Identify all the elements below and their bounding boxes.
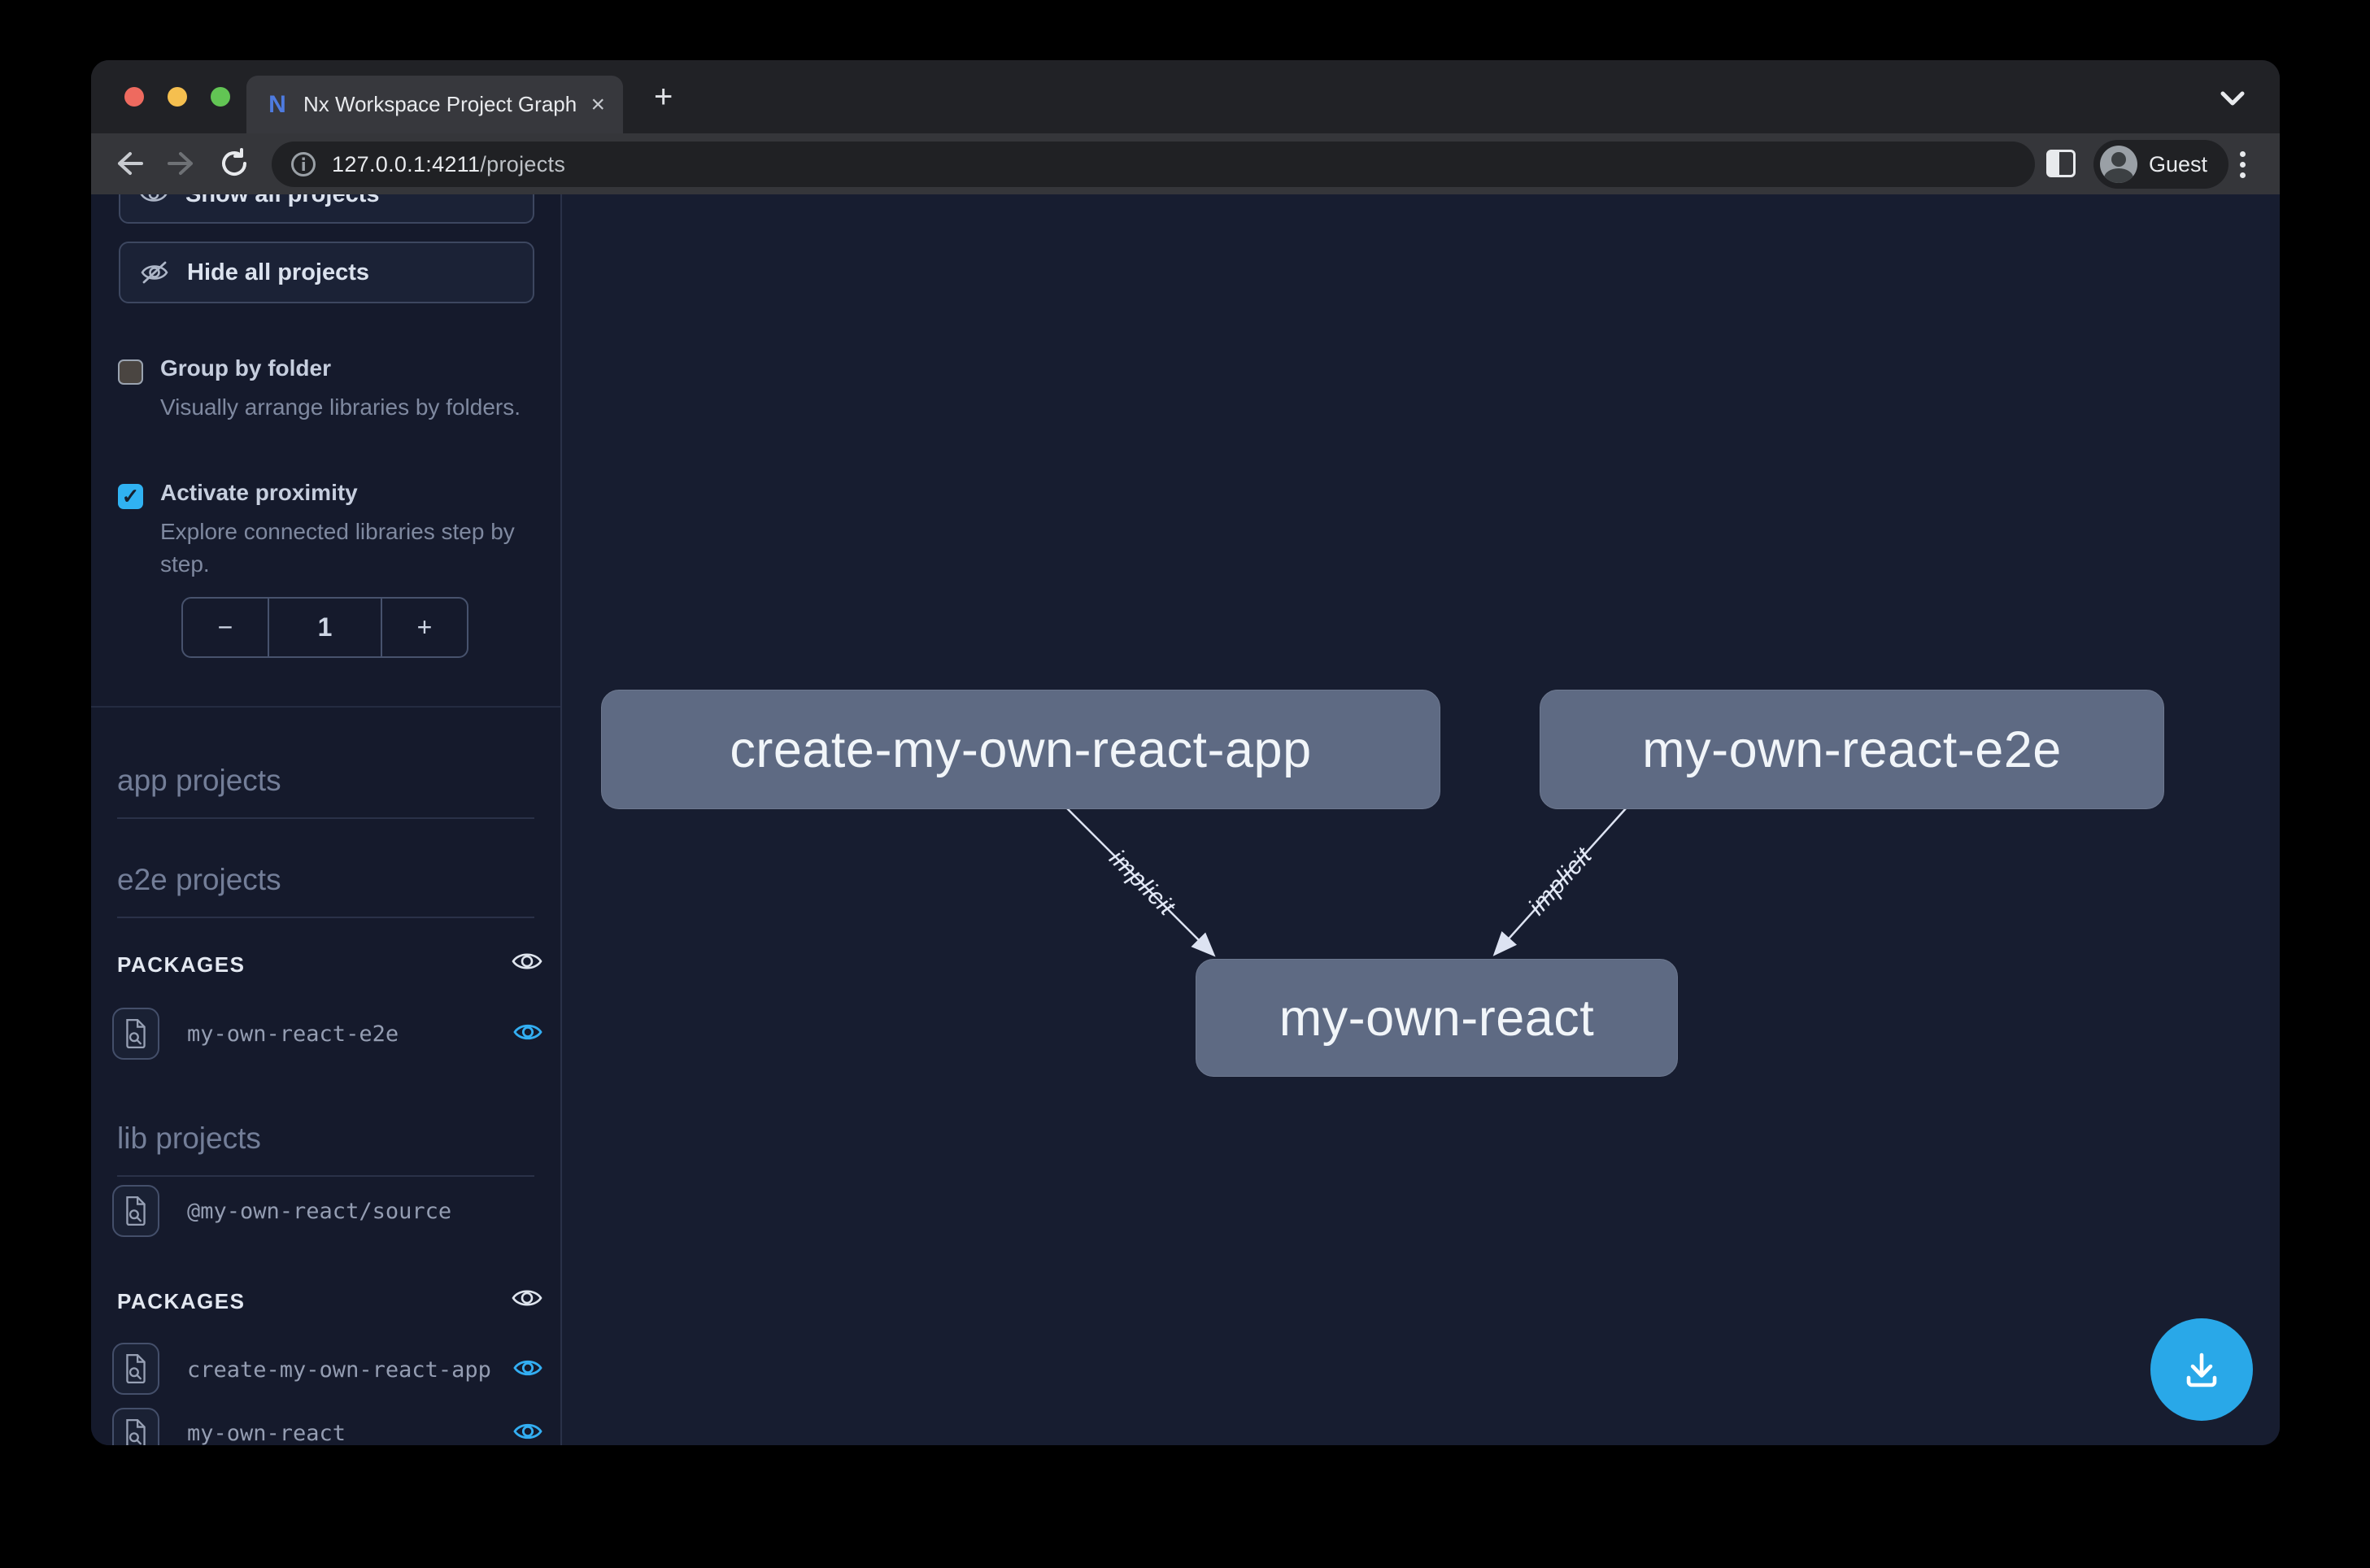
proximity-depth-value: 1 — [269, 599, 381, 656]
tab-strip: N Nx Workspace Project Graph × + — [91, 60, 2280, 133]
close-window-button[interactable] — [124, 87, 144, 107]
file-search-icon — [123, 1353, 149, 1384]
page-content: Show all projects Hide all projects Grou… — [91, 194, 2280, 1445]
side-panel-icon[interactable] — [2046, 150, 2076, 177]
activate-proximity-checkbox[interactable]: ✓ — [118, 484, 143, 509]
project-name[interactable]: my-own-react-e2e — [187, 1021, 399, 1047]
browser-window: N Nx Workspace Project Graph × + — [91, 60, 2280, 1445]
back-button[interactable] — [109, 144, 148, 183]
group-by-folder-checkbox[interactable] — [118, 359, 143, 385]
node-my-own-react-e2e[interactable]: my-own-react-e2e — [1540, 690, 2164, 809]
tab-nx-project-graph[interactable]: N Nx Workspace Project Graph × — [246, 76, 623, 133]
project-visible-eye-icon[interactable] — [512, 1019, 543, 1045]
project-name[interactable]: my-own-react — [187, 1421, 346, 1445]
focus-project-button[interactable] — [112, 1408, 159, 1445]
profile-name: Guest — [2149, 152, 2207, 177]
hide-all-projects-label: Hide all projects — [187, 259, 369, 286]
increment-button[interactable]: + — [381, 599, 467, 656]
show-all-projects-button[interactable]: Show all projects — [119, 194, 534, 224]
show-all-projects-label: Show all projects — [185, 194, 380, 208]
focus-project-button[interactable] — [112, 1185, 159, 1237]
reload-button[interactable] — [215, 144, 254, 183]
sidebar: Show all projects Hide all projects Grou… — [91, 194, 560, 1445]
url-text: 127.0.0.1:4211/projects — [332, 152, 565, 177]
project-name[interactable]: create-my-own-react-app — [187, 1357, 491, 1383]
focus-project-button[interactable] — [112, 1008, 159, 1060]
project-name[interactable]: @my-own-react/source — [187, 1199, 451, 1224]
file-search-icon — [123, 1418, 149, 1445]
group-by-folder-label: Group by folder — [160, 355, 331, 381]
project-graph-canvas[interactable]: implicit implicit create-my-own-react-ap… — [562, 194, 2280, 1445]
toggle-packages-visibility-icon[interactable] — [511, 1284, 543, 1312]
section-rule — [117, 1175, 534, 1177]
group-by-folder-description: Visually arrange libraries by folders. — [160, 391, 542, 424]
screen: N Nx Workspace Project Graph × + — [0, 0, 2370, 1568]
project-visible-eye-icon[interactable] — [512, 1418, 543, 1444]
section-rule — [117, 817, 534, 819]
browser-toolbar: 127.0.0.1:4211/projects Guest — [91, 133, 2280, 194]
project-visible-eye-icon[interactable] — [512, 1355, 543, 1381]
file-search-icon — [123, 1196, 149, 1226]
decrement-button[interactable]: − — [183, 599, 269, 656]
profile-button[interactable]: Guest — [2093, 140, 2228, 189]
section-app-projects: app projects — [117, 764, 281, 798]
new-tab-button[interactable]: + — [654, 83, 673, 111]
avatar — [2100, 146, 2137, 183]
eye-off-icon — [140, 259, 169, 285]
toggle-packages-visibility-icon[interactable] — [511, 947, 543, 975]
download-icon — [2177, 1345, 2226, 1394]
section-rule — [117, 917, 534, 918]
node-create-my-own-react-app[interactable]: create-my-own-react-app — [601, 690, 1440, 809]
section-lib-projects: lib projects — [117, 1122, 261, 1156]
focus-project-button[interactable] — [112, 1343, 159, 1395]
download-graph-button[interactable] — [2150, 1318, 2253, 1421]
forward-button[interactable] — [163, 144, 202, 183]
browser-menu-icon[interactable] — [2240, 146, 2246, 183]
sidebar-divider — [91, 706, 560, 708]
tab-close-icon[interactable]: × — [590, 93, 605, 117]
graph-edges — [562, 194, 2280, 1445]
file-search-icon — [123, 1018, 149, 1049]
site-info-icon[interactable] — [290, 150, 317, 178]
packages-heading: PACKAGES — [117, 1289, 245, 1314]
packages-heading: PACKAGES — [117, 952, 245, 978]
zoom-window-button[interactable] — [211, 87, 230, 107]
nx-logo-icon: N — [264, 92, 290, 118]
tab-search-chevron-icon[interactable] — [2218, 89, 2247, 107]
node-my-own-react[interactable]: my-own-react — [1196, 959, 1678, 1077]
address-bar[interactable]: 127.0.0.1:4211/projects — [272, 142, 2035, 187]
tab-title: Nx Workspace Project Graph — [303, 92, 579, 117]
activate-proximity-description: Explore connected libraries step by step… — [160, 516, 542, 581]
proximity-depth-stepper: − 1 + — [181, 597, 468, 658]
section-e2e-projects: e2e projects — [117, 863, 281, 897]
minimize-window-button[interactable] — [168, 87, 187, 107]
hide-all-projects-button[interactable]: Hide all projects — [119, 242, 534, 303]
eye-icon — [140, 194, 168, 207]
activate-proximity-label: Activate proximity — [160, 480, 358, 506]
